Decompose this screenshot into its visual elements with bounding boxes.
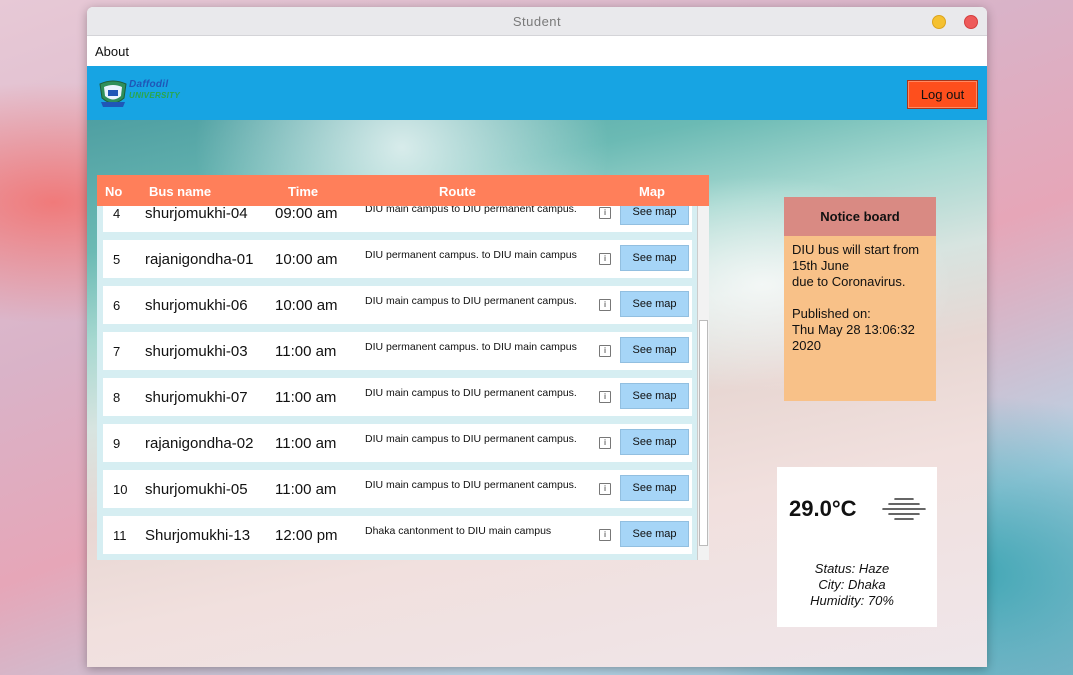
see-map-button[interactable]: See map xyxy=(620,383,689,409)
weather-humidity: Humidity: 70% xyxy=(810,593,894,608)
bus-route: DIU main campus to DIU permanent campus. xyxy=(365,295,577,307)
notice-board-body: DIU bus will start from 15th June due to… xyxy=(792,242,920,353)
bus-route: Dhaka cantonment to DIU main campus xyxy=(365,525,552,537)
row-number: 9 xyxy=(113,436,121,451)
row-number: 7 xyxy=(113,344,121,359)
main-content: No Bus name Time Route Map 4 shurjomukhi… xyxy=(87,120,987,667)
column-header-map: Map xyxy=(639,184,665,199)
bus-table-header: No Bus name Time Route Map xyxy=(97,175,709,206)
see-map-button[interactable]: See map xyxy=(620,429,689,455)
column-header-route: Route xyxy=(439,184,476,199)
info-icon[interactable]: i xyxy=(599,207,611,219)
window-title: Student xyxy=(512,14,562,29)
info-icon[interactable]: i xyxy=(599,253,611,265)
column-header-no: No xyxy=(105,184,123,199)
bus-name: rajanigondha-02 xyxy=(145,435,254,452)
table-row: 10 shurjomukhi-05 11:00 am DIU main camp… xyxy=(103,470,692,508)
bus-route: DIU main campus to DIU permanent campus. xyxy=(365,387,577,399)
row-number: 11 xyxy=(113,528,127,543)
info-icon[interactable]: i xyxy=(599,529,611,541)
table-row: 5 rajanigondha-01 10:00 am DIU permanent… xyxy=(103,240,692,278)
app-window: Student About Daffodil UNIVERSITY Log ou… xyxy=(87,7,987,667)
haze-icon xyxy=(882,498,926,520)
menu-bar: About xyxy=(87,36,987,66)
bus-table-body[interactable]: 4 shurjomukhi-04 09:00 am DIU main campu… xyxy=(97,206,709,560)
bus-time: 11:00 am xyxy=(275,481,337,498)
column-header-time: Time xyxy=(288,184,319,199)
bus-name: rajanigondha-01 xyxy=(145,251,254,268)
see-map-button[interactable]: See map xyxy=(620,291,689,317)
column-header-bus-name: Bus name xyxy=(149,184,212,199)
bus-time: 10:00 am xyxy=(275,297,338,314)
bus-time: 11:00 am xyxy=(275,343,337,360)
logout-button[interactable]: Log out xyxy=(907,80,978,109)
temperature: 29.0°C xyxy=(789,496,857,521)
see-map-button[interactable]: See map xyxy=(620,337,689,363)
row-number: 5 xyxy=(113,252,121,267)
bus-route: DIU permanent campus. to DIU main campus xyxy=(365,341,577,353)
weather-city: City: Dhaka xyxy=(818,577,886,592)
table-row: 8 shurjomukhi-07 11:00 am DIU main campu… xyxy=(103,378,692,416)
weather-status: Status: Haze xyxy=(814,561,890,576)
info-icon[interactable]: i xyxy=(599,391,611,403)
bus-time: 12:00 pm xyxy=(275,527,338,544)
bus-name: shurjomukhi-06 xyxy=(145,297,248,314)
close-button[interactable] xyxy=(964,15,978,29)
see-map-button[interactable]: See map xyxy=(620,521,689,547)
bus-time: 11:00 am xyxy=(275,435,337,452)
bus-name: shurjomukhi-05 xyxy=(145,481,248,498)
table-row: 4 shurjomukhi-04 09:00 am DIU main campu… xyxy=(103,206,692,232)
logo-text-university: UNIVERSITY xyxy=(129,91,181,100)
app-header: Daffodil UNIVERSITY Log out xyxy=(87,66,987,120)
bus-name: shurjomukhi-04 xyxy=(145,206,248,222)
minimize-button[interactable] xyxy=(932,15,946,29)
info-icon[interactable]: i xyxy=(599,437,611,449)
bus-time: 11:00 am xyxy=(275,389,337,406)
info-icon[interactable]: i xyxy=(599,483,611,495)
table-row: 9 rajanigondha-02 11:00 am DIU main camp… xyxy=(103,424,692,462)
row-number: 4 xyxy=(113,206,121,221)
notice-board-title: Notice board xyxy=(784,197,936,236)
bus-time: 10:00 am xyxy=(275,251,338,268)
bus-name: shurjomukhi-03 xyxy=(145,343,248,360)
title-bar[interactable]: Student xyxy=(87,7,987,36)
row-number: 8 xyxy=(113,390,121,405)
table-row: 7 shurjomukhi-03 11:00 am DIU permanent … xyxy=(103,332,692,370)
scrollbar-thumb[interactable] xyxy=(699,320,708,546)
table-scrollbar[interactable] xyxy=(697,206,709,560)
see-map-button[interactable]: See map xyxy=(620,206,689,225)
weather-details: Status: Haze City: Dhaka Humidity: 70% xyxy=(777,561,927,609)
bus-route: DIU permanent campus. to DIU main campus xyxy=(365,249,577,261)
bus-time: 09:00 am xyxy=(275,206,338,222)
info-icon[interactable]: i xyxy=(599,345,611,357)
notice-board: Notice board DIU bus will start from 15t… xyxy=(784,197,936,401)
logo-text-daffodil: Daffodil xyxy=(129,79,169,90)
university-logo: Daffodil UNIVERSITY xyxy=(97,78,197,110)
see-map-button[interactable]: See map xyxy=(620,245,689,271)
table-row: 6 shurjomukhi-06 10:00 am DIU main campu… xyxy=(103,286,692,324)
info-icon[interactable]: i xyxy=(599,299,611,311)
see-map-button[interactable]: See map xyxy=(620,475,689,501)
row-number: 10 xyxy=(113,482,128,497)
menu-item-about[interactable]: About xyxy=(95,44,129,59)
table-row: 11 Shurjomukhi-13 12:00 pm Dhaka cantonm… xyxy=(103,516,692,554)
bus-route: DIU main campus to DIU permanent campus. xyxy=(365,479,577,491)
row-number: 6 xyxy=(113,298,121,313)
bus-route: DIU main campus to DIU permanent campus. xyxy=(365,206,577,215)
weather-widget: 29.0°C Status: Haze City: Dhaka Humidity… xyxy=(777,467,937,627)
bus-route: DIU main campus to DIU permanent campus. xyxy=(365,433,577,445)
bus-name: shurjomukhi-07 xyxy=(145,389,248,406)
logo-emblem-icon xyxy=(99,80,127,107)
bus-name: Shurjomukhi-13 xyxy=(145,527,251,544)
